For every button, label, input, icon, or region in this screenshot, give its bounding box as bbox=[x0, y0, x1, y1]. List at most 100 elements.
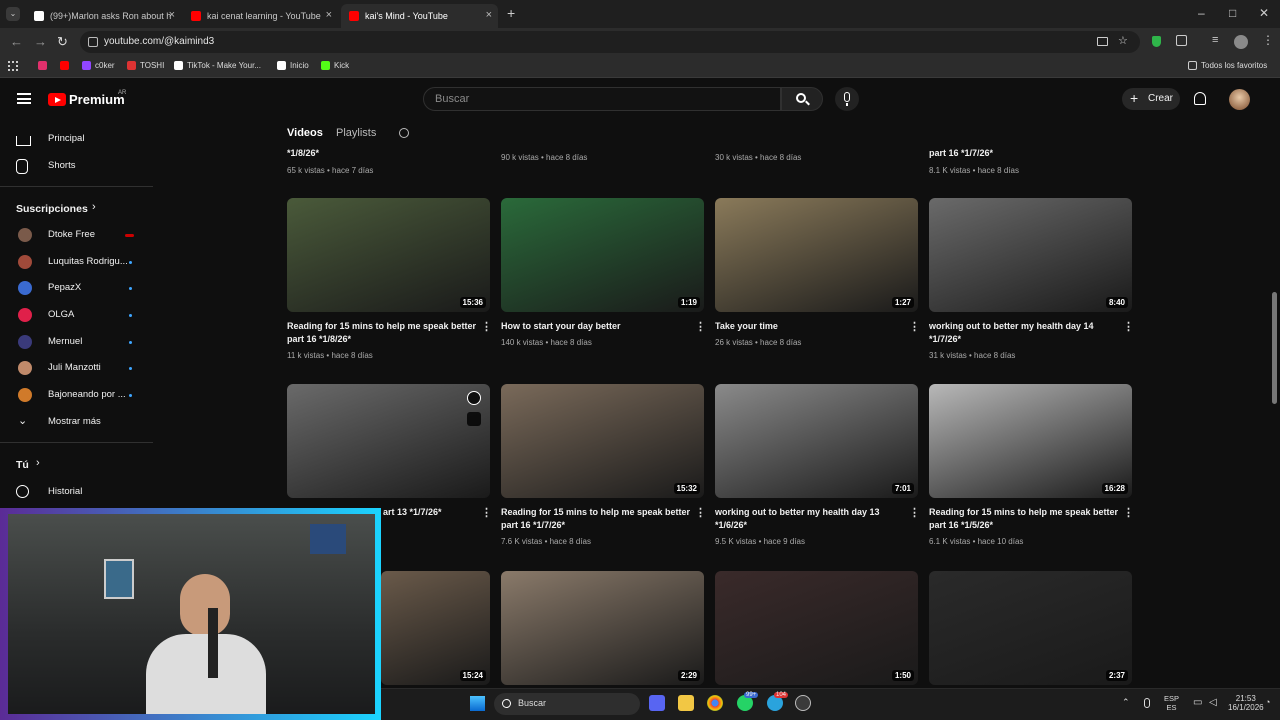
sidebar-subscription-item[interactable]: PepazX bbox=[0, 279, 135, 297]
star-icon[interactable]: ☆ bbox=[1118, 34, 1128, 47]
hamburger-menu-icon[interactable] bbox=[17, 93, 31, 104]
notifications-bell-icon[interactable] bbox=[1194, 92, 1206, 105]
video-title[interactable]: Reading for 15 mins to help me speak bet… bbox=[287, 320, 477, 346]
language-indicator[interactable]: ESP ES bbox=[1164, 694, 1179, 712]
plus-icon[interactable]: + bbox=[507, 5, 515, 21]
video-thumbnail[interactable]: 7:01 bbox=[715, 384, 918, 498]
close-icon[interactable]: × bbox=[326, 9, 332, 21]
video-title[interactable]: How to start your day better bbox=[501, 320, 691, 333]
search-input[interactable]: Buscar bbox=[423, 87, 781, 111]
show-more-button[interactable]: ⌄ Mostrar más bbox=[16, 413, 146, 431]
more-options-icon[interactable]: ⋮ bbox=[909, 506, 920, 519]
bookmark-kick[interactable]: Kick bbox=[321, 61, 349, 70]
bookmark-x[interactable]: Inicio bbox=[277, 61, 309, 70]
channel-search-icon[interactable] bbox=[399, 128, 409, 138]
windows-start-icon[interactable] bbox=[470, 696, 485, 711]
video-thumbnail[interactable]: 2:37 bbox=[929, 571, 1132, 685]
chevron-up-icon[interactable]: ⌃ bbox=[1122, 697, 1130, 708]
add-to-queue-icon[interactable] bbox=[467, 412, 481, 426]
menu-icon[interactable]: ⋮ bbox=[1262, 33, 1274, 47]
video-thumbnail[interactable] bbox=[287, 384, 490, 498]
sidebar-item-history[interactable]: Historial bbox=[16, 483, 146, 501]
sidebar-subscription-item[interactable]: Mernuel bbox=[0, 333, 135, 351]
all-bookmarks[interactable]: Todos los favoritos bbox=[1188, 61, 1267, 70]
video-title[interactable]: part 16 *1/7/26* bbox=[929, 147, 1119, 160]
close-icon[interactable]: × bbox=[169, 9, 175, 21]
apps-grid-icon[interactable] bbox=[8, 61, 18, 71]
extension-shield-icon[interactable] bbox=[1152, 36, 1161, 47]
volume-icon[interactable]: ◁ bbox=[1209, 697, 1217, 708]
tab-playlists[interactable]: Playlists bbox=[336, 127, 376, 139]
chrome-icon[interactable] bbox=[707, 695, 723, 711]
video-thumbnail[interactable]: 15:24 bbox=[381, 571, 490, 685]
video-thumbnail[interactable]: 15:36 bbox=[287, 198, 490, 312]
voice-search-button[interactable] bbox=[835, 87, 859, 111]
forward-icon[interactable]: → bbox=[34, 34, 47, 49]
more-options-icon[interactable]: ⋮ bbox=[909, 320, 920, 333]
create-button[interactable]: + Crear bbox=[1122, 88, 1180, 110]
youtube-logo[interactable]: Premium bbox=[48, 92, 125, 107]
video-thumbnail[interactable]: 1:19 bbox=[501, 198, 704, 312]
more-options-icon[interactable]: ⋮ bbox=[1123, 506, 1134, 519]
bookmark-tiktok[interactable]: TikTok - Make Your... bbox=[174, 61, 261, 70]
tab-videos[interactable]: Videos bbox=[287, 127, 323, 139]
you-header[interactable]: Tú › bbox=[16, 456, 146, 474]
sidebar-subscription-item[interactable]: Dtoke Free bbox=[0, 226, 135, 244]
video-thumbnail[interactable]: 16:28 bbox=[929, 384, 1132, 498]
address-bar[interactable]: youtube.com/@kaimind3 ☆ bbox=[80, 31, 1140, 53]
reload-icon[interactable]: ↻ bbox=[57, 34, 68, 50]
install-icon[interactable] bbox=[1097, 37, 1108, 46]
bookmark-c0ker[interactable]: c0ker bbox=[82, 61, 115, 70]
video-thumbnail[interactable]: 1:50 bbox=[715, 571, 918, 685]
video-thumbnail[interactable]: 15:32 bbox=[501, 384, 704, 498]
profile-avatar[interactable] bbox=[1234, 35, 1248, 49]
microphone-icon[interactable] bbox=[1144, 698, 1150, 708]
video-title[interactable]: working out to better my health day 13 *… bbox=[715, 506, 905, 532]
search-button[interactable] bbox=[781, 87, 823, 111]
bookmark-toshi[interactable]: TOSHI bbox=[127, 61, 164, 70]
sidebar-subscription-item[interactable]: Juli Manzotti bbox=[0, 359, 135, 377]
tab-search-icon[interactable]: ⌄ bbox=[6, 7, 20, 21]
video-title[interactable]: Reading for 15 mins to help me speak bet… bbox=[501, 506, 691, 532]
browser-tab-active[interactable]: kai's Mind - YouTube × bbox=[341, 4, 498, 28]
account-avatar[interactable] bbox=[1229, 89, 1250, 110]
taskbar-search[interactable]: Buscar bbox=[494, 693, 640, 715]
video-thumbnail[interactable]: 2:29 bbox=[501, 571, 704, 685]
sidebar-subscription-item[interactable]: Luquitas Rodrigu... bbox=[0, 253, 135, 271]
media-icon[interactable]: ≡ bbox=[1212, 34, 1218, 46]
video-title[interactable]: working out to better my health day 14 *… bbox=[929, 320, 1119, 346]
bookmark-youtube[interactable] bbox=[60, 61, 73, 70]
page-scrollbar[interactable] bbox=[1272, 292, 1277, 404]
close-window-icon[interactable]: ✕ bbox=[1259, 6, 1269, 20]
discord-icon[interactable] bbox=[649, 695, 665, 711]
network-icon[interactable]: ▭ bbox=[1193, 697, 1202, 708]
more-options-icon[interactable]: ⋮ bbox=[695, 320, 706, 333]
browser-tab[interactable]: kai cenat learning - YouTube × bbox=[183, 4, 338, 28]
site-info-icon[interactable] bbox=[88, 37, 98, 47]
sidebar-item-home[interactable]: Principal bbox=[16, 130, 146, 148]
more-options-icon[interactable]: ⋮ bbox=[481, 320, 492, 333]
bookmark-instagram[interactable] bbox=[38, 61, 51, 70]
video-thumbnail[interactable]: 1:27 bbox=[715, 198, 918, 312]
watch-later-icon[interactable] bbox=[467, 391, 481, 405]
more-options-icon[interactable]: ⋮ bbox=[1123, 320, 1134, 333]
more-options-icon[interactable]: ⋮ bbox=[695, 506, 706, 519]
close-icon[interactable]: × bbox=[486, 9, 492, 21]
back-icon[interactable]: ← bbox=[10, 34, 23, 49]
maximize-icon[interactable]: □ bbox=[1229, 6, 1236, 20]
browser-tab[interactable]: (99+)Marlon asks Ron about h × bbox=[26, 4, 181, 28]
video-title[interactable]: Take your time bbox=[715, 320, 905, 333]
video-title[interactable]: *1/8/26* bbox=[287, 147, 477, 160]
notification-bell-icon[interactable]: ◔ bbox=[1265, 697, 1270, 707]
video-thumbnail[interactable]: 8:40 bbox=[929, 198, 1132, 312]
file-explorer-icon[interactable] bbox=[678, 695, 694, 711]
extensions-icon[interactable] bbox=[1176, 35, 1187, 46]
sidebar-subscription-item[interactable]: OLGA bbox=[0, 306, 135, 324]
sidebar-item-shorts[interactable]: Shorts bbox=[16, 157, 146, 175]
obs-icon[interactable] bbox=[795, 695, 811, 711]
clock[interactable]: 21:53 16/1/2026 bbox=[1228, 694, 1264, 712]
minimize-icon[interactable]: – bbox=[1198, 6, 1205, 20]
sidebar-subscription-item[interactable]: Bajoneando por ... bbox=[0, 386, 135, 404]
subscriptions-header[interactable]: Suscripciones › bbox=[16, 200, 146, 218]
more-options-icon[interactable]: ⋮ bbox=[481, 506, 492, 519]
